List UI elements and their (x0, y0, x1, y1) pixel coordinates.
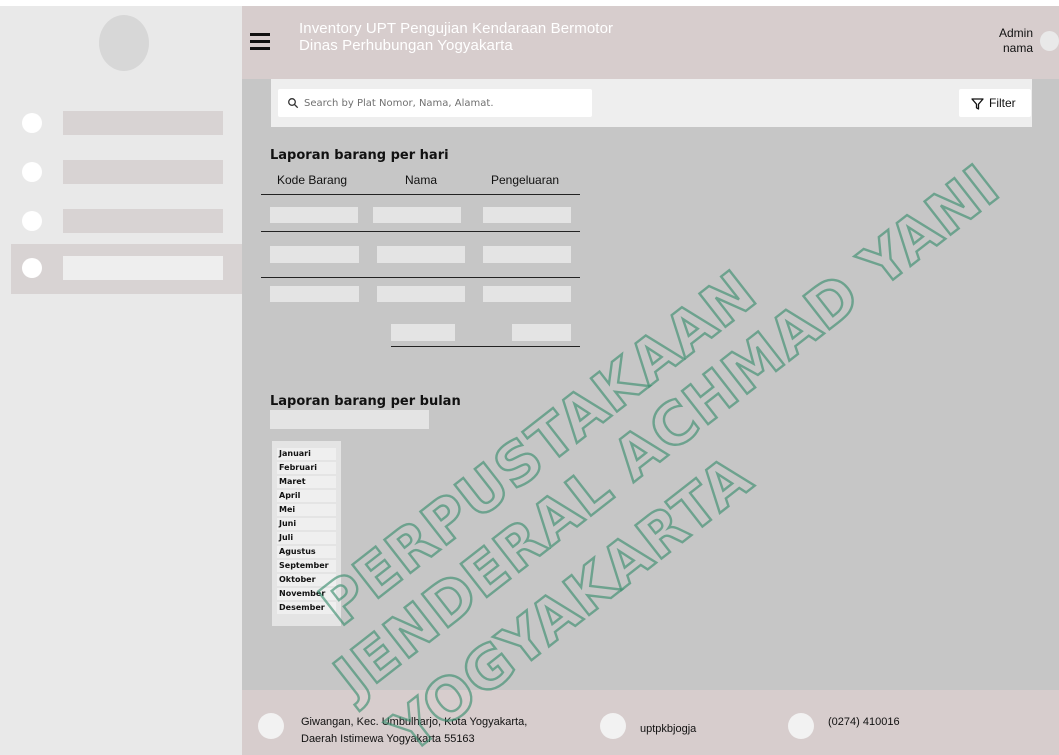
footer-phone[interactable]: (0274) 410016 (828, 714, 900, 731)
location-icon (258, 713, 284, 739)
table-cell-placeholder (270, 286, 359, 302)
sidebar-logo (99, 15, 149, 71)
hamburger-line (250, 40, 270, 43)
month-option-oktober[interactable]: Oktober (277, 574, 336, 586)
app-title-line-2: Dinas Perhubungan Yogyakarta (299, 37, 513, 54)
month-option-februari[interactable]: Februari (277, 462, 336, 474)
month-dropdown-list: Januari Februari Maret April Mei Juni Ju… (272, 441, 341, 626)
monthly-report-title: Laporan barang per bulan (270, 393, 461, 409)
hamburger-line (250, 47, 270, 50)
month-option-september[interactable]: September (277, 560, 336, 572)
search-toolbar: Filter (271, 79, 1032, 127)
user-role: Admin (998, 26, 1033, 40)
footer-address-line-2: Daerah Istimewa Yogyakarta 55163 (301, 733, 475, 745)
table-total-divider (391, 346, 580, 347)
sidebar-item-active[interactable] (11, 244, 242, 294)
month-option-juni[interactable]: Juni (277, 518, 336, 530)
column-header-kode-barang: Kode Barang (277, 173, 348, 187)
user-info[interactable]: Admin nama (983, 26, 1033, 56)
footer-address: Giwangan, Kec. Umbulharjo, Kota Yogyakar… (301, 714, 571, 748)
table-cell-placeholder (270, 207, 358, 223)
table-cell-placeholder (377, 286, 465, 302)
column-header-nama: Nama (405, 173, 438, 187)
month-option-agustus[interactable]: Agustus (277, 546, 336, 558)
footer-social-handle[interactable]: uptpkbjogja (640, 721, 696, 738)
table-row-divider (261, 231, 580, 232)
filter-button[interactable]: Filter (959, 89, 1031, 117)
table-row-divider (261, 277, 580, 278)
month-option-april[interactable]: April (277, 490, 336, 502)
hamburger-line (250, 33, 270, 36)
table-cell-placeholder (483, 286, 571, 302)
avatar[interactable] (1040, 31, 1059, 51)
table-total-value-placeholder (512, 324, 571, 341)
sidebar-item-label-placeholder (63, 256, 223, 280)
top-header: Inventory UPT Pengujian Kendaraan Bermot… (242, 6, 1059, 79)
filter-icon (971, 98, 984, 110)
sidebar-item-3[interactable] (0, 197, 242, 247)
app-title: Inventory UPT Pengujian Kendaraan Bermot… (299, 20, 719, 54)
table-header-divider (261, 194, 580, 195)
search-input[interactable] (304, 94, 584, 112)
month-option-mei[interactable]: Mei (277, 504, 336, 516)
month-option-januari[interactable]: Januari (277, 448, 336, 460)
daily-report-title: Laporan barang per hari (270, 147, 449, 163)
sidebar-item-1[interactable] (0, 99, 242, 149)
column-header-pengeluaran: Pengeluaran (491, 173, 560, 187)
app-title-line-1: Inventory UPT Pengujian Kendaraan Bermot… (299, 20, 614, 37)
month-option-juli[interactable]: Juli (277, 532, 336, 544)
table-cell-placeholder (377, 246, 465, 263)
sidebar-item-icon (22, 211, 42, 231)
hamburger-menu-icon[interactable] (250, 33, 270, 51)
sidebar-item-icon (22, 258, 42, 278)
app-frame: Inventory UPT Pengujian Kendaraan Bermot… (0, 6, 1059, 755)
user-name: nama (1002, 41, 1033, 55)
footer: Giwangan, Kec. Umbulharjo, Kota Yogyakar… (242, 690, 1059, 755)
search-icon (288, 98, 299, 109)
sidebar-item-label-placeholder (63, 209, 223, 233)
filter-label: Filter (989, 96, 1016, 110)
sidebar-item-label-placeholder (63, 111, 223, 135)
table-cell-placeholder (270, 246, 359, 263)
sidebar-item-2[interactable] (0, 148, 242, 198)
sidebar-item-icon (22, 113, 42, 133)
sidebar (0, 6, 242, 755)
table-cell-placeholder (483, 207, 571, 223)
table-cell-placeholder (373, 207, 461, 223)
month-option-maret[interactable]: Maret (277, 476, 336, 488)
sidebar-item-label-placeholder (63, 160, 223, 184)
search-box[interactable] (278, 89, 592, 117)
sidebar-item-icon (22, 162, 42, 182)
table-cell-placeholder (483, 246, 571, 263)
month-select[interactable] (270, 410, 429, 429)
social-icon (600, 713, 626, 739)
month-option-november[interactable]: November (277, 588, 336, 600)
phone-icon (788, 713, 814, 739)
table-total-label-placeholder (391, 324, 455, 341)
footer-address-line-1: Giwangan, Kec. Umbulharjo, Kota Yogyakar… (301, 716, 528, 728)
month-option-desember[interactable]: Desember (277, 602, 336, 614)
